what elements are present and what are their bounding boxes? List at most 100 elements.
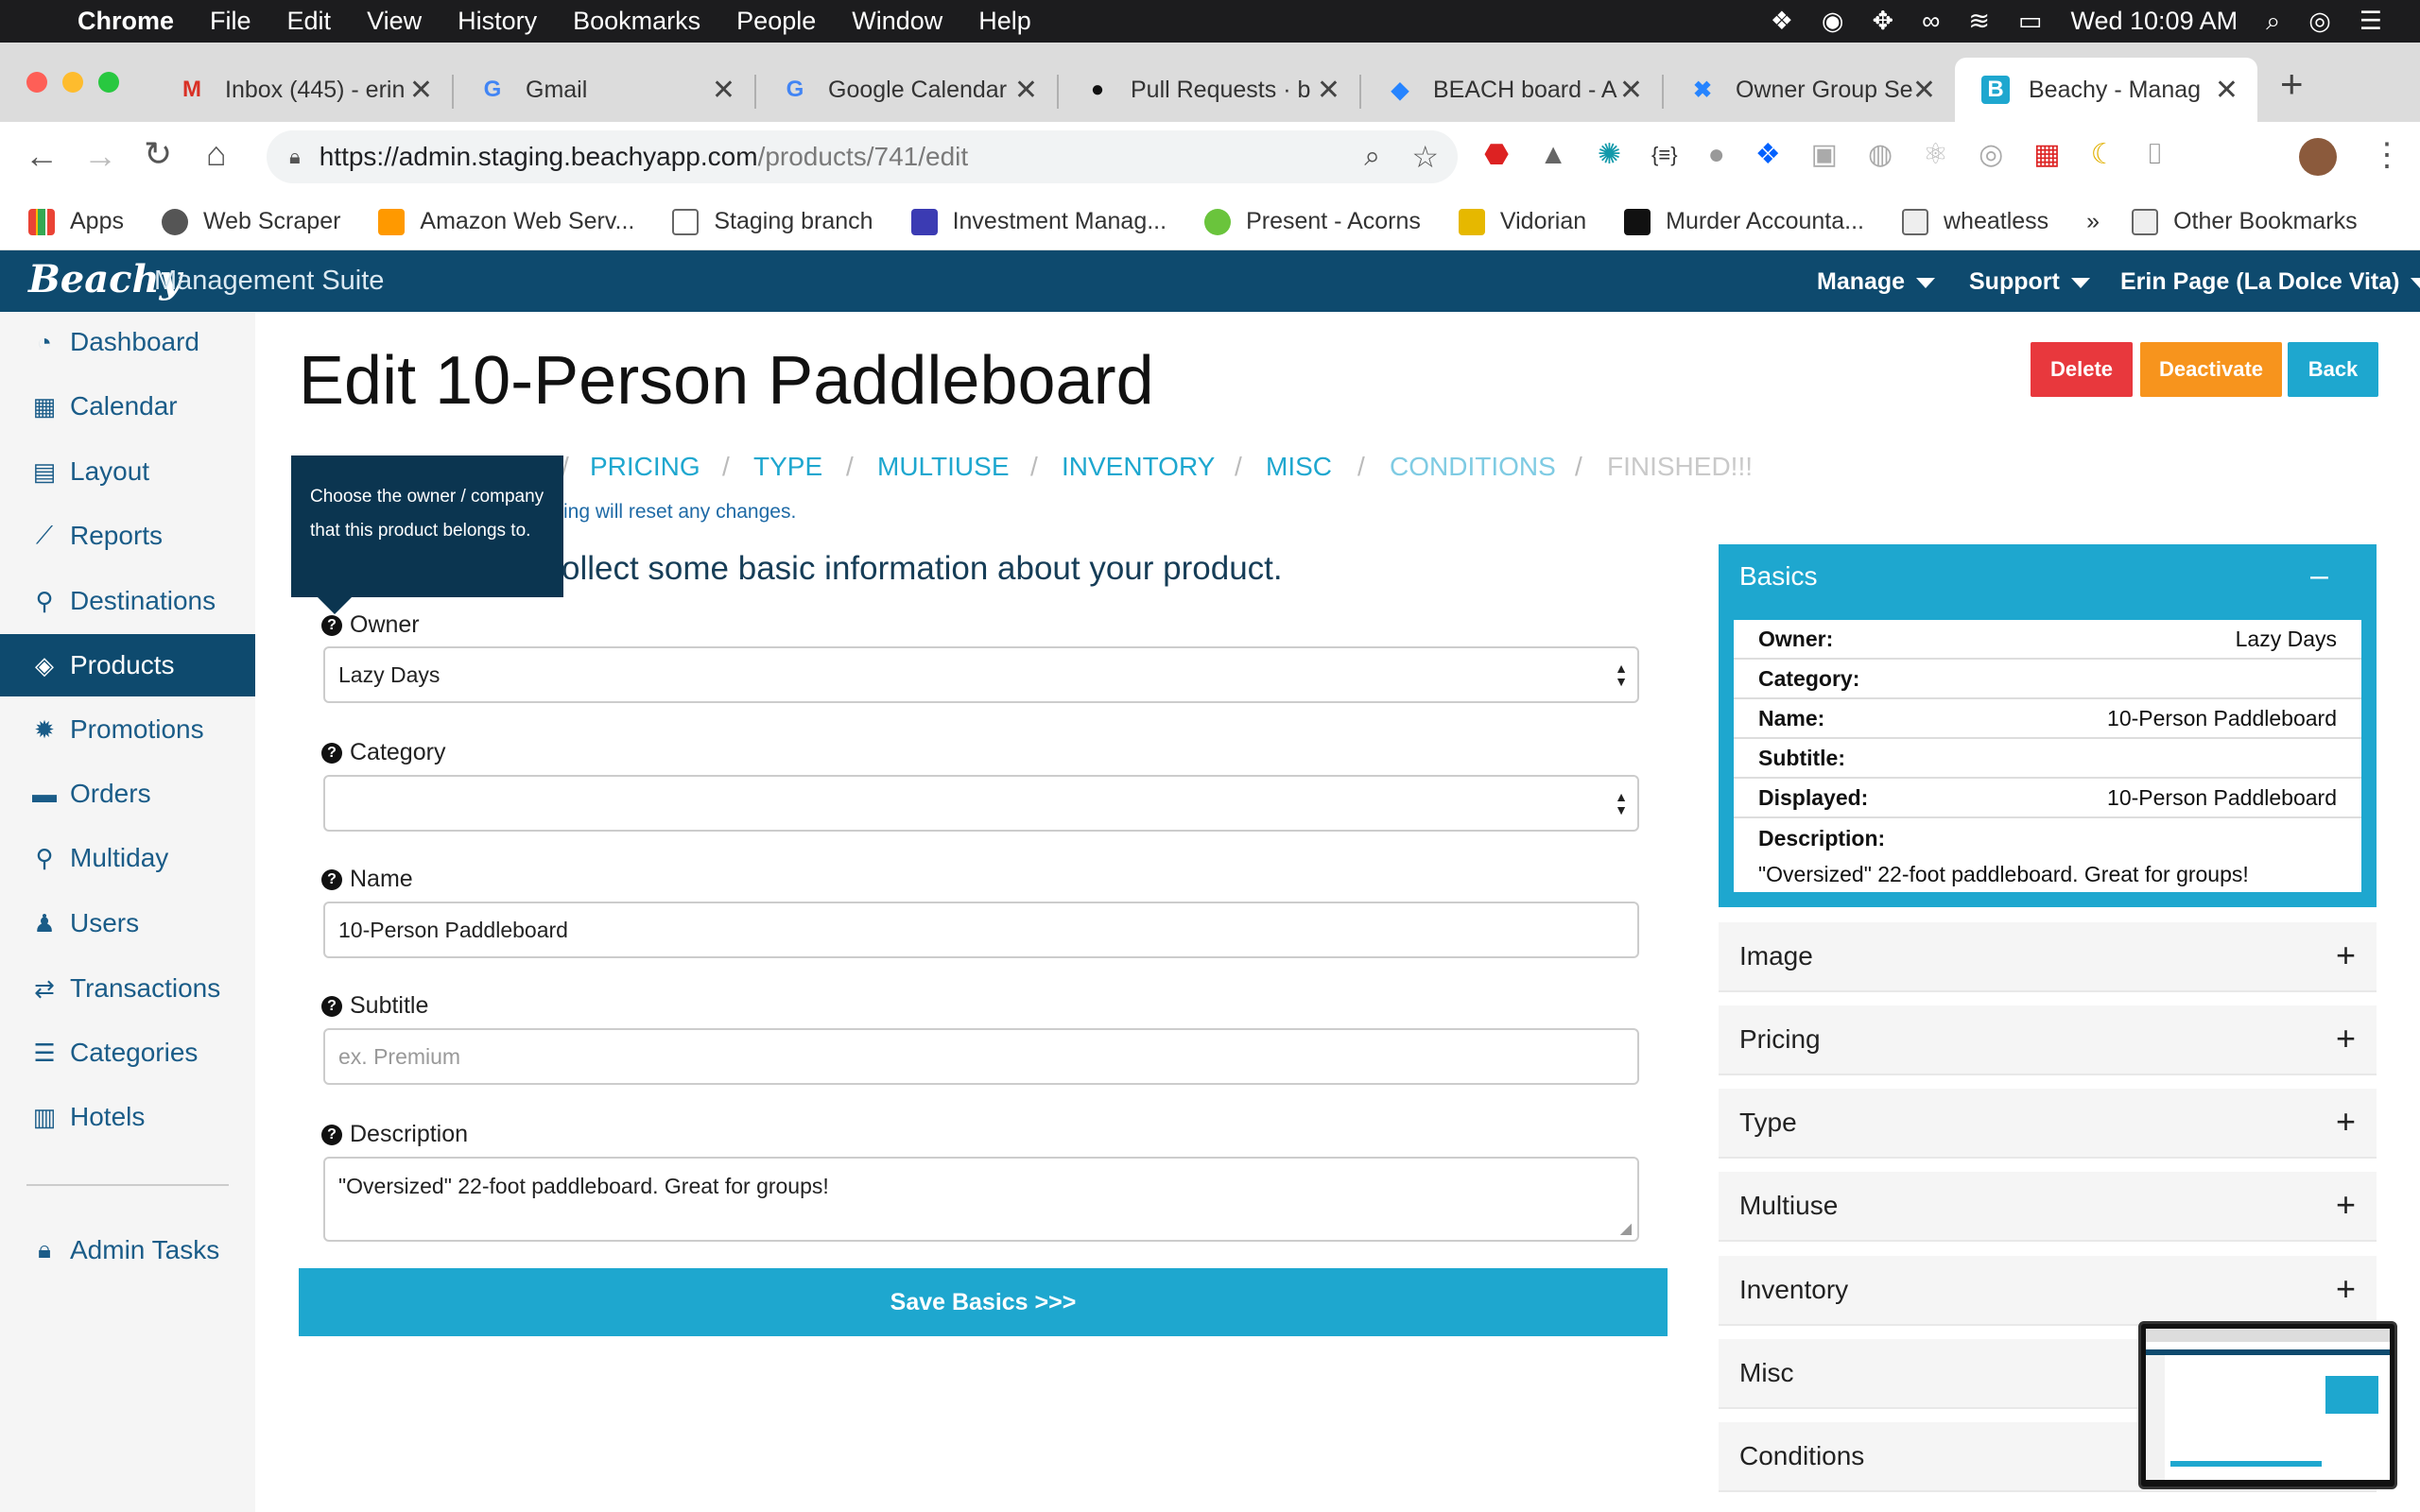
tab-inbox[interactable]: M Inbox (445) - erin ✕ xyxy=(151,58,452,122)
back-arrow-icon[interactable]: ← xyxy=(25,136,59,176)
bookmark-aws[interactable]: Amazon Web Serv... xyxy=(378,208,634,235)
back-button[interactable]: Back xyxy=(2288,342,2378,397)
sidebar-item-reports[interactable]: ⟋ Reports xyxy=(0,505,255,567)
close-tab-icon[interactable]: ✕ xyxy=(1619,74,1643,107)
react-icon[interactable]: ⚛ xyxy=(1923,138,1948,171)
menu-help[interactable]: Help xyxy=(978,7,1031,36)
expand-plus-icon[interactable]: + xyxy=(2336,936,2356,975)
menu-history[interactable]: History xyxy=(458,7,537,36)
notification-list-icon[interactable]: ☰ xyxy=(2360,7,2382,36)
step-pricing[interactable]: PRICING xyxy=(590,452,700,482)
help-question-icon[interactable]: ? xyxy=(321,742,342,764)
menu-view[interactable]: View xyxy=(367,7,422,36)
tab-beach-board[interactable]: ◆ BEACH board - A ✕ xyxy=(1359,58,1662,122)
menu-app-name[interactable]: Chrome xyxy=(78,7,174,36)
zoom-window-icon[interactable] xyxy=(98,72,119,93)
move-icon[interactable]: ✥ xyxy=(1872,7,1893,36)
chat-ext-icon[interactable]: ▣ xyxy=(1811,138,1838,171)
delete-button[interactable]: Delete xyxy=(2031,342,2133,397)
collapse-icon[interactable]: – xyxy=(2310,558,2328,594)
close-tab-icon[interactable]: ✕ xyxy=(2215,74,2238,107)
tab-pull-requests[interactable]: ● Pull Requests · b ✕ xyxy=(1057,58,1359,122)
bookmark-investment[interactable]: Investment Manag... xyxy=(910,208,1167,235)
spotlight-search-icon[interactable]: ⌕ xyxy=(2266,7,2280,37)
sidebar-item-calendar[interactable]: ▦ Calendar xyxy=(0,375,255,438)
moon-icon[interactable]: ☾ xyxy=(2091,138,2117,171)
help-question-icon[interactable]: ? xyxy=(321,1124,342,1145)
menu-edit[interactable]: Edit xyxy=(287,7,332,36)
step-inventory[interactable]: INVENTORY xyxy=(1062,452,1215,482)
minimize-window-icon[interactable] xyxy=(62,72,83,93)
expand-plus-icon[interactable]: + xyxy=(2336,1185,2356,1225)
bookmark-vidorian[interactable]: Vidorian xyxy=(1458,208,1586,235)
tab-owner-group[interactable]: ✖ Owner Group Se ✕ xyxy=(1662,58,1955,122)
sidebar-item-hotels[interactable]: ▥ Hotels xyxy=(0,1086,255,1148)
help-question-icon[interactable]: ? xyxy=(321,995,342,1017)
deactivate-button[interactable]: Deactivate xyxy=(2140,342,2282,397)
name-input[interactable]: 10-Person Paddleboard xyxy=(323,902,1639,958)
sidebar-item-promotions[interactable]: ✹ Promotions xyxy=(0,698,255,761)
sidebar-item-products[interactable]: ◈ Products xyxy=(0,634,255,696)
tab-beachy-active[interactable]: B Beachy - Manag ✕ xyxy=(1955,58,2257,122)
menu-bookmarks[interactable]: Bookmarks xyxy=(573,7,700,36)
menu-window[interactable]: Window xyxy=(852,7,942,36)
bookmark-wheatless[interactable]: wheatless xyxy=(1902,208,2048,235)
dropbox-icon[interactable]: ❖ xyxy=(1771,7,1793,36)
forward-arrow-icon[interactable]: → xyxy=(83,136,117,176)
battery-icon[interactable]: ▭ xyxy=(2018,7,2043,36)
tab-google-calendar[interactable]: G Google Calendar ✕ xyxy=(754,58,1057,122)
bookmark-acorns[interactable]: Present - Acorns xyxy=(1204,208,1421,235)
resize-handle-icon[interactable]: ◢ xyxy=(1620,1219,1632,1238)
bookmarks-overflow[interactable]: » xyxy=(2086,208,2100,235)
calendar-ext-icon[interactable]: ▦ xyxy=(2033,138,2060,171)
adblock-icon[interactable]: ⬣ xyxy=(1484,138,1509,171)
sidebar-item-layout[interactable]: ▤ Layout xyxy=(0,440,255,503)
circle-ext-icon[interactable]: ● xyxy=(1708,139,1725,171)
close-tab-icon[interactable]: ✕ xyxy=(1912,74,1936,107)
close-tab-icon[interactable]: ✕ xyxy=(1317,74,1340,107)
close-tab-icon[interactable]: ✕ xyxy=(712,74,735,107)
support-menu[interactable]: Support xyxy=(1969,268,2090,296)
accordion-pricing[interactable]: Pricing + xyxy=(1719,1005,2377,1075)
infinity-icon[interactable]: ∞ xyxy=(1922,7,1940,36)
category-select[interactable]: ▲ ▼ xyxy=(323,775,1639,832)
description-textarea[interactable]: "Oversized" 22-foot paddleboard. Great f… xyxy=(323,1157,1639,1242)
expand-plus-icon[interactable]: + xyxy=(2336,1269,2356,1309)
bookmark-web-scraper[interactable]: Web Scraper xyxy=(161,208,340,235)
sidebar-item-admin-tasks[interactable]: 🔒︎ Admin Tasks xyxy=(0,1219,255,1281)
address-bar[interactable]: 🔒︎ https://admin.staging.beachyapp.com/p… xyxy=(267,130,1458,183)
network-icon[interactable]: ✺ xyxy=(1598,138,1621,171)
close-window-icon[interactable] xyxy=(26,72,47,93)
bookmark-star-icon[interactable]: ☆ xyxy=(1411,139,1439,175)
bookmark-apps[interactable]: Apps xyxy=(28,208,124,235)
sidebar-item-users[interactable]: ♟ Users xyxy=(0,892,255,954)
tab-gmail[interactable]: G Gmail ✕ xyxy=(452,58,754,122)
sidebar-item-categories[interactable]: ☰ Categories xyxy=(0,1022,255,1084)
accordion-type[interactable]: Type + xyxy=(1719,1089,2377,1159)
expand-plus-icon[interactable]: + xyxy=(2336,1102,2356,1142)
menu-people[interactable]: People xyxy=(736,7,816,36)
angular-icon[interactable]: ▲ xyxy=(1539,139,1567,171)
subtitle-input[interactable]: ex. Premium xyxy=(323,1028,1639,1085)
clock[interactable]: Wed 10:09 AM xyxy=(2070,7,2238,36)
step-misc[interactable]: MISC xyxy=(1266,452,1332,482)
more-menu-icon[interactable]: ⋮ xyxy=(2371,136,2403,174)
manage-menu[interactable]: Manage xyxy=(1817,268,1936,296)
ublock-icon[interactable]: ◍ xyxy=(1868,138,1893,171)
save-basics-button[interactable]: Save Basics >>> xyxy=(299,1268,1668,1336)
siri-icon[interactable]: ◎ xyxy=(2308,7,2331,36)
sidebar-item-multiday[interactable]: ⚲ Multiday xyxy=(0,827,255,889)
step-conditions[interactable]: CONDITIONS xyxy=(1390,452,1556,482)
accordion-multiuse[interactable]: Multiuse + xyxy=(1719,1172,2377,1242)
sidebar-item-destinations[interactable]: ⚲ Destinations xyxy=(0,570,255,632)
basics-panel-title[interactable]: Basics xyxy=(1739,561,1817,592)
sidebar-item-dashboard[interactable]: ◔ Dashboard xyxy=(0,311,255,373)
home-icon[interactable]: ⌂ xyxy=(206,134,227,174)
bookmark-staging[interactable]: Staging branch xyxy=(672,208,873,235)
bookmark-other[interactable]: Other Bookmarks xyxy=(2132,208,2358,235)
dropbox-ext-icon[interactable]: ❖ xyxy=(1755,138,1781,171)
json-icon[interactable]: {≡} xyxy=(1651,143,1678,167)
profile-avatar[interactable] xyxy=(2299,138,2337,176)
target-icon[interactable]: ◎ xyxy=(1979,138,2003,171)
zoom-icon[interactable]: ⌕ xyxy=(1364,141,1380,173)
